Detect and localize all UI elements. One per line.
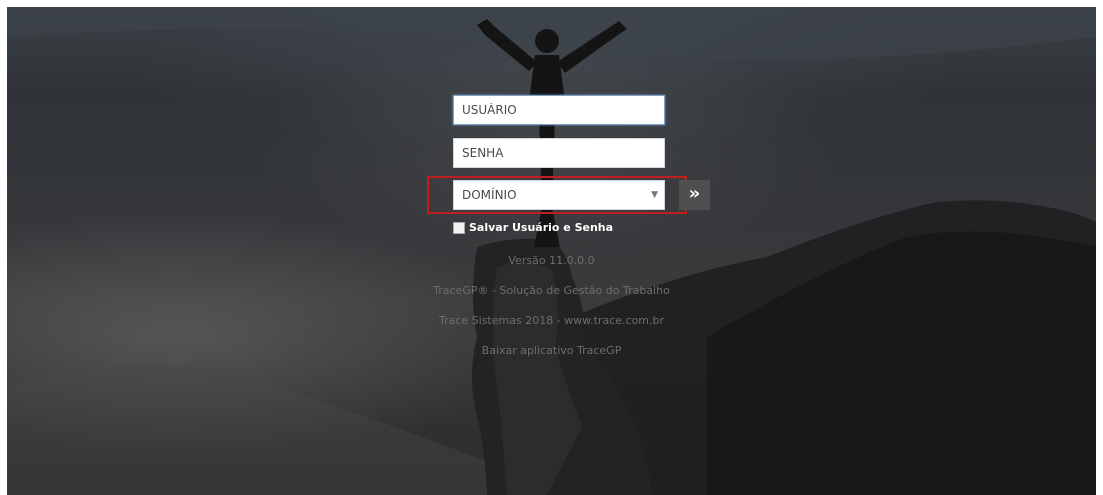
remember-me-label: Salvar Usuário e Senha [469, 221, 614, 234]
password-input[interactable] [453, 138, 665, 168]
domain-select[interactable]: DOMÍNIO ▼ [453, 180, 665, 210]
double-chevron-right-icon: » [688, 183, 701, 204]
background-image [7, 7, 1096, 495]
dropdown-arrow-icon: ▼ [651, 190, 658, 200]
company-text: Trace Sistemas 2018 - www.trace.com.br [438, 314, 665, 327]
username-input[interactable] [453, 95, 665, 125]
remember-me-checkbox[interactable]: Salvar Usuário e Senha [453, 221, 613, 234]
domain-select-value: DOMÍNIO [462, 188, 517, 202]
login-submit-button[interactable]: » [679, 180, 710, 210]
product-text: TraceGP® - Solução de Gestão do Trabalho [433, 284, 670, 297]
mountain-scene [7, 7, 1096, 495]
checkbox-icon[interactable] [453, 221, 465, 234]
page: DOMÍNIO ▼ » Salvar Usuário e Senha Versã… [0, 0, 1103, 495]
download-app-link[interactable]: Baixar aplicativo TraceGP [0, 344, 1103, 357]
version-text: Versão 11.0.0.0 [508, 254, 595, 267]
